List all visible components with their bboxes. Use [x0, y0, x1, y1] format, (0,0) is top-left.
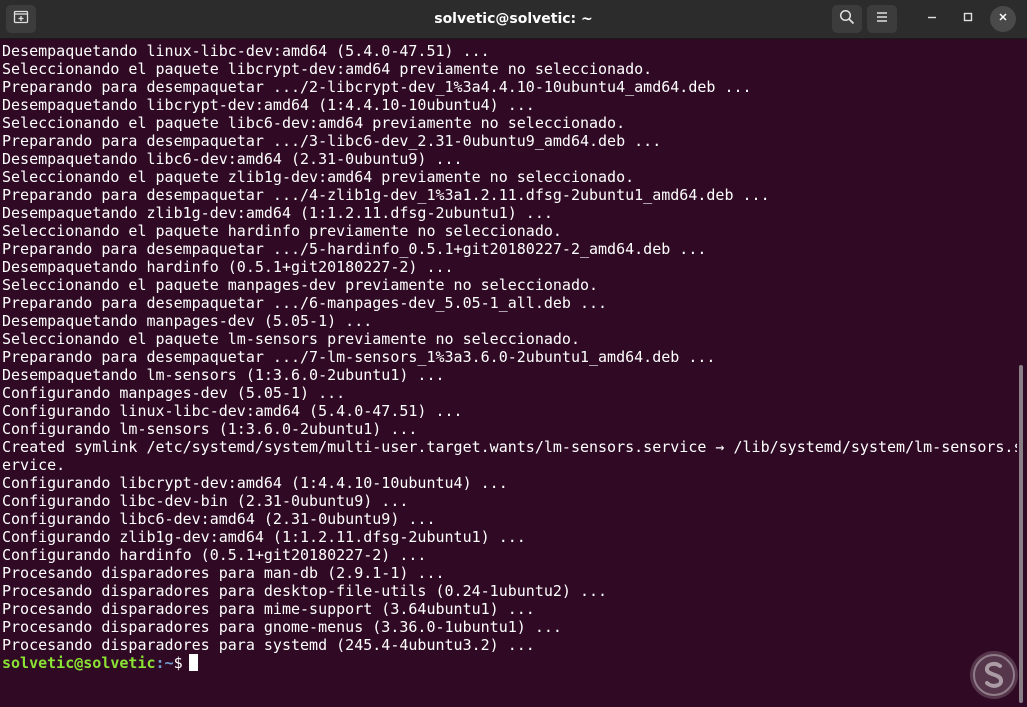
terminal-line: Configurando linux-libc-dev:amd64 (5.4.0… — [2, 402, 463, 420]
search-icon — [839, 9, 855, 30]
terminal-line: Configurando manpages-dev (5.05-1) ... — [2, 384, 346, 402]
terminal-line: Seleccionando el paquete manpages-dev pr… — [2, 276, 599, 294]
search-button[interactable] — [832, 5, 862, 33]
terminal-line: Procesando disparadores para desktop-fil… — [2, 582, 608, 600]
terminal-line: Seleccionando el paquete hardinfo previa… — [2, 222, 562, 240]
terminal-line: Desempaquetando hardinfo (0.5.1+git20180… — [2, 258, 454, 276]
terminal-line: Configurando libcrypt-dev:amd64 (1:4.4.1… — [2, 474, 508, 492]
title-bar: solvetic@solvetic: ~ — [0, 0, 1027, 39]
terminal-line: Configurando libc6-dev:amd64 (2.31-0ubun… — [2, 510, 436, 528]
terminal-line: Preparando para desempaquetar .../5-hard… — [2, 240, 707, 258]
maximize-button[interactable] — [954, 5, 982, 33]
terminal-line: Configurando hardinfo (0.5.1+git20180227… — [2, 546, 427, 564]
close-icon — [997, 10, 1009, 28]
terminal-line: Seleccionando el paquete zlib1g-dev:amd6… — [2, 168, 635, 186]
terminal-line: Desempaquetando linux-libc-dev:amd64 (5.… — [2, 42, 490, 60]
menu-button[interactable] — [867, 5, 897, 33]
terminal-line: Configurando lm-sensors (1:3.6.0-2ubuntu… — [2, 420, 418, 438]
terminal-line: Preparando para desempaquetar .../3-libc… — [2, 132, 662, 150]
terminal-line: Configurando libc-dev-bin (2.31-0ubuntu9… — [2, 492, 409, 510]
solvetic-logo — [967, 648, 1021, 702]
terminal-line: Procesando disparadores para systemd (24… — [2, 636, 535, 654]
prompt-user-host: solvetic@solvetic — [2, 654, 156, 672]
terminal-line: Preparando para desempaquetar .../2-libc… — [2, 78, 752, 96]
text-cursor — [188, 654, 198, 671]
minimize-button[interactable] — [918, 5, 946, 33]
terminal-line: Configurando zlib1g-dev:amd64 (1:1.2.11.… — [2, 528, 526, 546]
terminal-line: Desempaquetando manpages-dev (5.05-1) ..… — [2, 312, 373, 330]
terminal-line: Desempaquetando libc6-dev:amd64 (2.31-0u… — [2, 150, 463, 168]
terminal-line: Seleccionando el paquete lm-sensors prev… — [2, 330, 580, 348]
terminal-line: Seleccionando el paquete libcrypt-dev:am… — [2, 60, 653, 78]
terminal-line: Preparando para desempaquetar .../6-manp… — [2, 294, 608, 312]
maximize-icon — [962, 10, 974, 28]
terminal-line: Created symlink /etc/systemd/system/mult… — [2, 438, 1017, 456]
terminal-window: solvetic@solvetic: ~ Desempaquetando lin… — [0, 0, 1027, 707]
prompt-symbol: $ — [173, 654, 183, 672]
prompt-line[interactable]: solvetic@solvetic:~$ — [2, 654, 1017, 672]
terminal-line: Procesando disparadores para mime-suppor… — [2, 600, 535, 618]
terminal-line: Seleccionando el paquete libc6-dev:amd64… — [2, 114, 626, 132]
terminal-line: Desempaquetando libcrypt-dev:amd64 (1:4.… — [2, 96, 535, 114]
terminal-output[interactable]: Desempaquetando linux-libc-dev:amd64 (5.… — [0, 39, 1017, 707]
prompt-path: :~ — [155, 654, 174, 672]
terminal-line: Desempaquetando zlib1g-dev:amd64 (1:1.2.… — [2, 204, 553, 222]
terminal-line: Preparando para desempaquetar .../4-zlib… — [2, 186, 770, 204]
terminal-line: ervice. — [2, 456, 66, 474]
terminal-line: Desempaquetando lm-sensors (1:3.6.0-2ubu… — [2, 366, 445, 384]
terminal-line: Procesando disparadores para gnome-menus… — [2, 618, 562, 636]
minimize-icon — [926, 10, 938, 28]
hamburger-menu-icon — [874, 9, 890, 30]
terminal-line: Procesando disparadores para man-db (2.9… — [2, 564, 445, 582]
terminal-line: Preparando para desempaquetar .../7-lm-s… — [2, 348, 716, 366]
close-button[interactable] — [990, 6, 1016, 32]
